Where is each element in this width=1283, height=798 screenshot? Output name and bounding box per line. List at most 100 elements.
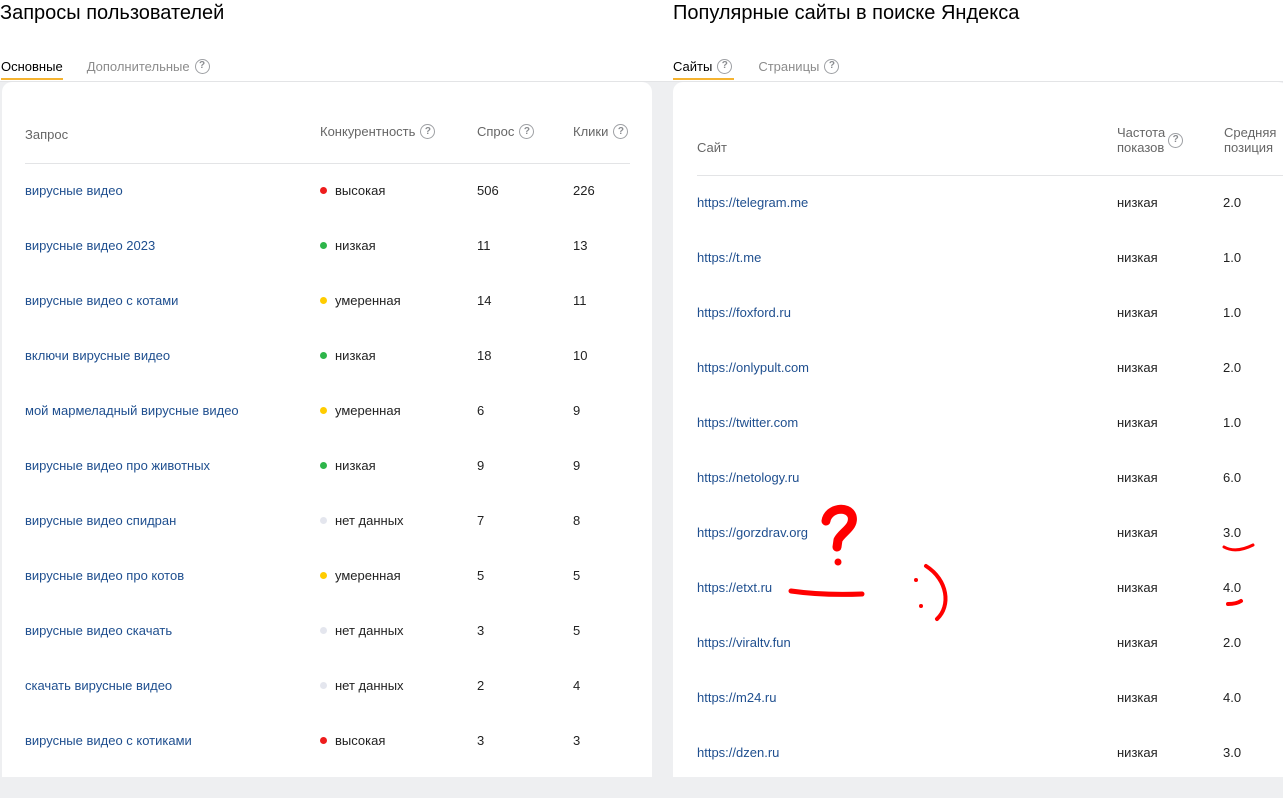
table-row: https://telegram.me низкая 2.0 bbox=[673, 193, 1283, 248]
column-header-competition: Конкурентность ? bbox=[320, 124, 436, 139]
query-link[interactable]: вирусные видео спидран bbox=[25, 511, 176, 531]
competition-status-dot bbox=[320, 682, 327, 690]
query-link[interactable]: мой мармеладный вирусные видео bbox=[25, 401, 239, 421]
help-icon[interactable]: ? bbox=[420, 124, 436, 139]
competition-cell: умеренная bbox=[320, 566, 401, 586]
demand-value: 506 bbox=[477, 183, 499, 198]
frequency-value: низкая bbox=[1117, 580, 1158, 595]
clicks-value: 9 bbox=[573, 403, 581, 418]
query-link[interactable]: включи вирусные видео bbox=[25, 346, 170, 366]
site-link[interactable]: https://gorzdrav.org bbox=[697, 523, 808, 543]
competition-status-dot bbox=[320, 572, 327, 580]
site-link[interactable]: https://m24.ru bbox=[697, 688, 776, 708]
query-link[interactable]: вирусные видео про животных bbox=[25, 456, 210, 476]
competition-status-dot bbox=[320, 517, 327, 525]
competition-status-dot bbox=[320, 352, 327, 360]
column-header-competition-label: Конкурентность bbox=[320, 124, 416, 139]
competition-cell: умеренная bbox=[320, 291, 401, 311]
clicks-value: 4 bbox=[573, 678, 581, 693]
competition-cell: низкая bbox=[320, 346, 376, 366]
tab-pages[interactable]: Страницы ? bbox=[758, 52, 840, 80]
tab-main-label: Основные bbox=[1, 58, 63, 74]
table-row: вирусные видео скачать нет данных 3 5 bbox=[2, 621, 652, 676]
competition-status-dot bbox=[320, 187, 327, 195]
demand-value: 7 bbox=[477, 513, 485, 528]
competition-label: умеренная bbox=[335, 568, 401, 583]
competition-label: нет данных bbox=[335, 678, 404, 693]
demand-value: 5 bbox=[477, 568, 485, 583]
header-divider bbox=[697, 175, 1283, 176]
position-value: 3.0 bbox=[1223, 525, 1242, 540]
competition-label: умеренная bbox=[335, 403, 401, 418]
tab-main[interactable]: Основные bbox=[1, 52, 63, 80]
competition-status-dot bbox=[320, 297, 327, 305]
tab-pages-label: Страницы bbox=[758, 58, 820, 74]
column-header-site-label: Сайт bbox=[697, 140, 727, 155]
demand-value: 9 bbox=[477, 458, 485, 473]
frequency-value: низкая bbox=[1117, 635, 1158, 650]
position-value: 1.0 bbox=[1223, 250, 1242, 265]
column-header-demand: Спрос ? bbox=[477, 124, 535, 139]
query-link[interactable]: вирусные видео скачать bbox=[25, 621, 172, 641]
query-link[interactable]: вирусные видео про котов bbox=[25, 566, 184, 586]
position-value: 4.0 bbox=[1223, 580, 1242, 595]
help-icon[interactable]: ? bbox=[717, 58, 733, 74]
column-header-position-label: Средняя позиция bbox=[1224, 125, 1276, 155]
position-value: 6.0 bbox=[1223, 470, 1242, 485]
query-link[interactable]: скачать вирусные видео bbox=[25, 676, 172, 696]
tab-sites[interactable]: Сайты ? bbox=[673, 52, 735, 80]
frequency-value: низкая bbox=[1117, 360, 1158, 375]
competition-cell: нет данных bbox=[320, 511, 404, 531]
query-link[interactable]: вирусные видео bbox=[25, 181, 123, 201]
site-link[interactable]: https://viraltv.fun bbox=[697, 633, 791, 653]
competition-cell: высокая bbox=[320, 181, 385, 201]
table-row: вирусные видео про животных низкая 9 9 bbox=[2, 456, 652, 511]
demand-value: 18 bbox=[477, 348, 492, 363]
column-header-query: Запрос bbox=[25, 127, 68, 142]
clicks-value: 5 bbox=[573, 623, 581, 638]
table-row: https://etxt.ru низкая 4.0 bbox=[673, 578, 1283, 633]
competition-cell: высокая bbox=[320, 731, 385, 751]
clicks-value: 11 bbox=[573, 293, 587, 308]
table-row: включи вирусные видео низкая 18 10 bbox=[2, 346, 652, 401]
table-row: https://twitter.com низкая 1.0 bbox=[673, 413, 1283, 468]
site-link[interactable]: https://t.me bbox=[697, 248, 761, 268]
table-row: https://netology.ru низкая 6.0 bbox=[673, 468, 1283, 523]
site-link[interactable]: https://dzen.ru bbox=[697, 743, 779, 763]
competition-label: нет данных bbox=[335, 623, 404, 638]
frequency-value: низкая bbox=[1117, 525, 1158, 540]
query-link[interactable]: вирусные видео 2023 bbox=[25, 236, 155, 256]
help-icon[interactable]: ? bbox=[1168, 132, 1184, 148]
site-link[interactable]: https://telegram.me bbox=[697, 193, 808, 213]
competition-cell: низкая bbox=[320, 236, 376, 256]
competition-label: нет данных bbox=[335, 513, 404, 528]
site-link[interactable]: https://netology.ru bbox=[697, 468, 799, 488]
help-icon[interactable]: ? bbox=[824, 58, 840, 74]
right-panel-title: Популярные сайты в поиске Яндекса bbox=[673, 2, 1020, 24]
right-tabs: Сайты ? Страницы ? bbox=[673, 52, 863, 80]
site-link[interactable]: https://twitter.com bbox=[697, 413, 798, 433]
table-row: скачать вирусные видео нет данных 2 4 bbox=[2, 676, 652, 731]
table-row: https://viraltv.fun низкая 2.0 bbox=[673, 633, 1283, 688]
query-link[interactable]: вирусные видео с котиками bbox=[25, 731, 192, 751]
query-link[interactable]: вирусные видео с котами bbox=[25, 291, 178, 311]
tab-additional[interactable]: Дополнительные ? bbox=[87, 52, 210, 80]
competition-cell: низкая bbox=[320, 456, 376, 476]
position-value: 2.0 bbox=[1223, 360, 1242, 375]
competition-cell: нет данных bbox=[320, 621, 404, 641]
competition-status-dot bbox=[320, 627, 327, 635]
table-row: https://dzen.ru низкая 3.0 bbox=[673, 743, 1283, 798]
site-link[interactable]: https://etxt.ru bbox=[697, 578, 772, 598]
help-icon[interactable]: ? bbox=[613, 124, 629, 139]
help-icon[interactable]: ? bbox=[194, 58, 210, 74]
site-link[interactable]: https://onlypult.com bbox=[697, 358, 809, 378]
table-row: https://foxford.ru низкая 1.0 bbox=[673, 303, 1283, 358]
column-header-position: Средняя позиция bbox=[1224, 125, 1276, 155]
column-header-query-label: Запрос bbox=[25, 127, 69, 142]
competition-cell: умеренная bbox=[320, 401, 401, 421]
competition-status-dot bbox=[320, 407, 327, 415]
site-link[interactable]: https://foxford.ru bbox=[697, 303, 791, 323]
competition-label: низкая bbox=[335, 348, 376, 363]
help-icon[interactable]: ? bbox=[519, 124, 535, 139]
position-value: 3.0 bbox=[1223, 745, 1242, 760]
